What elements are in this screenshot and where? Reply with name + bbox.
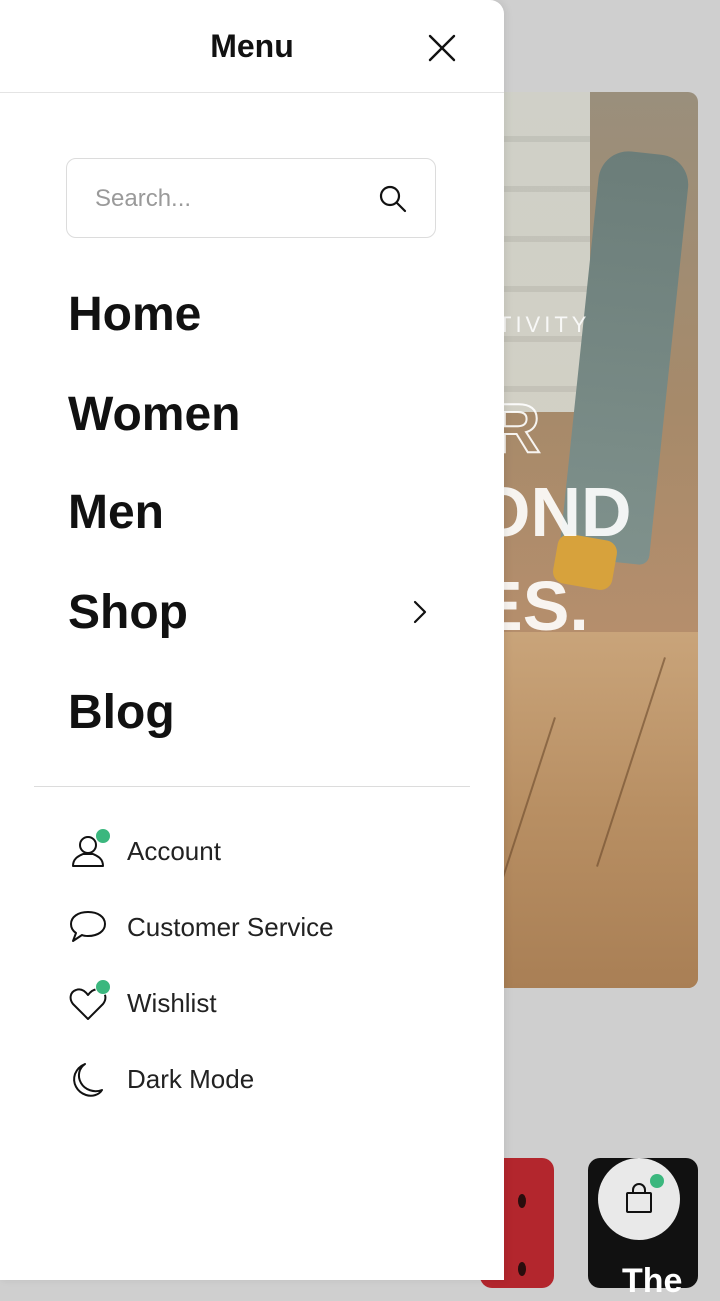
account-badge: [95, 828, 111, 844]
chat-bubble-icon: [70, 911, 106, 942]
nav-item-women[interactable]: Women: [68, 385, 438, 445]
util-item-customer-service[interactable]: Customer Service: [66, 903, 446, 951]
cart-button[interactable]: [598, 1158, 680, 1240]
util-label-customer-service: Customer Service: [127, 911, 334, 942]
util-label-wishlist: Wishlist: [127, 987, 217, 1018]
close-icon: [428, 34, 456, 62]
util-item-wishlist[interactable]: Wishlist: [66, 979, 446, 1027]
util-label-account: Account: [127, 835, 221, 866]
nav-item-home[interactable]: Home: [68, 285, 438, 345]
product-tile-title: The: [622, 1262, 683, 1300]
search-icon[interactable]: [377, 183, 409, 215]
cart-badge: [650, 1174, 664, 1188]
nav-item-shop[interactable]: Shop: [68, 583, 438, 643]
close-button[interactable]: [420, 26, 464, 70]
menu-drawer: Menu Home Women Men Shop Blog Acc: [0, 0, 504, 1280]
search-input[interactable]: [93, 159, 367, 239]
moon-icon: [73, 1063, 103, 1097]
chevron-right-icon[interactable]: [410, 598, 430, 626]
nav-item-men[interactable]: Men: [68, 483, 438, 543]
hero-eyebrow: TIVITY: [498, 312, 591, 337]
util-item-account[interactable]: Account: [66, 827, 446, 875]
shopping-bag-icon: [626, 1183, 652, 1213]
util-label-dark-mode: Dark Mode: [127, 1063, 255, 1094]
drawer-header: Menu: [0, 0, 504, 93]
search-box: [66, 158, 436, 239]
wishlist-badge: [95, 979, 111, 995]
menu-divider: [34, 786, 470, 787]
nav-item-blog[interactable]: Blog: [68, 683, 438, 743]
util-item-dark-mode[interactable]: Dark Mode: [66, 1055, 446, 1103]
